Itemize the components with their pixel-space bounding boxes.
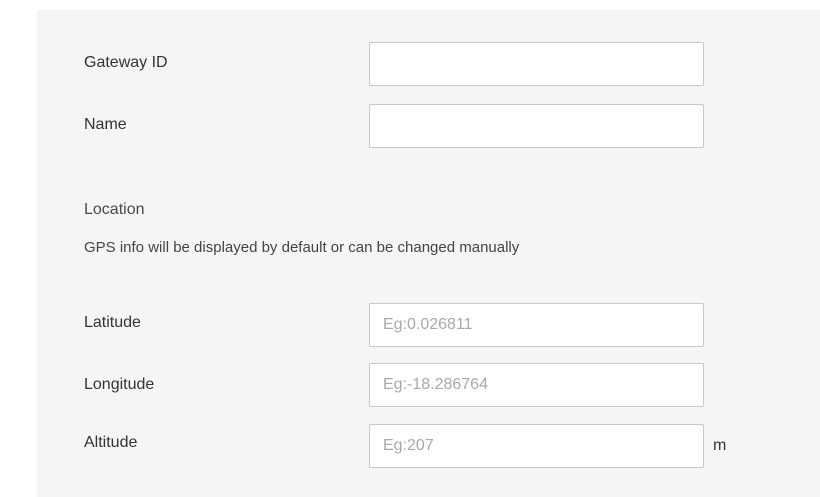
gateway-id-label: Gateway ID	[84, 54, 168, 71]
latitude-label: Latitude	[84, 314, 141, 331]
longitude-input[interactable]	[369, 363, 704, 407]
location-hint-text: GPS info will be displayed by default or…	[84, 239, 520, 256]
location-section-title: Location	[84, 201, 145, 218]
altitude-label: Altitude	[84, 434, 138, 451]
altitude-input[interactable]	[369, 424, 704, 468]
name-label: Name	[84, 116, 127, 133]
altitude-unit-label: m	[713, 437, 727, 454]
gateway-id-input[interactable]	[369, 42, 704, 86]
longitude-label: Longitude	[84, 376, 155, 393]
latitude-input[interactable]	[369, 303, 704, 347]
name-input[interactable]	[369, 104, 704, 148]
